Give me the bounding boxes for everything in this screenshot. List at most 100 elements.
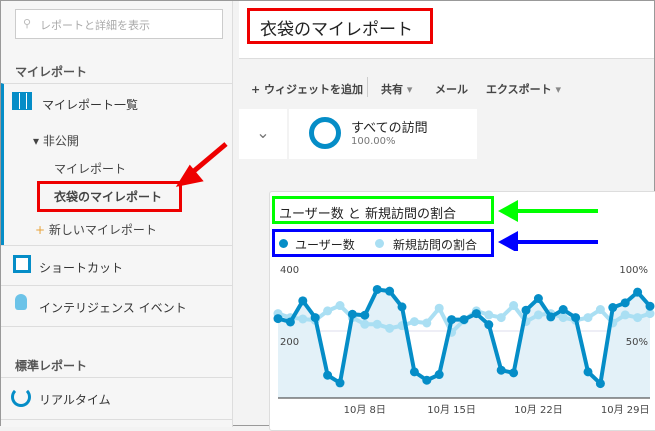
data-point [645, 301, 655, 311]
chevron-down-icon: ▾ [555, 83, 562, 96]
sidebar-item-realtime[interactable]: リアルタイム [1, 377, 233, 419]
data-point [496, 365, 506, 375]
data-point [558, 305, 568, 315]
widget-title: ユーザー数 と 新規訪問の割合 [272, 196, 494, 224]
data-point [583, 313, 593, 323]
data-point [397, 302, 407, 312]
data-point [571, 313, 581, 323]
new-report-label: 新しいマイレポート [48, 223, 157, 237]
data-point [620, 298, 630, 308]
data-point [484, 310, 494, 320]
private-label: 非公開 [42, 134, 79, 148]
share-button[interactable]: 共有 ▾ [381, 81, 412, 97]
sidebar: ⚲ レポートと詳細を表示 マイレポート マイレポート一覧 ▾ 非公開 マイレポート… [1, 1, 233, 427]
add-widget-button[interactable]: + ウィジェットを追加 [251, 81, 363, 97]
y-tick-left: 400 [280, 265, 299, 276]
chevron-down-icon[interactable]: ⌄ [239, 109, 287, 159]
segment-percent: 100.00% [351, 136, 396, 147]
selected-report-link[interactable]: 衣袋のマイレポート [37, 181, 182, 212]
data-point [273, 314, 283, 324]
data-point [546, 312, 556, 322]
data-point [633, 287, 643, 297]
data-point [385, 286, 395, 296]
data-point [360, 310, 370, 320]
realtime-label: リアルタイム [39, 393, 111, 407]
email-button[interactable]: メール [435, 81, 468, 97]
data-point [509, 301, 519, 311]
chevron-down-icon: ▾ [406, 83, 413, 96]
legend-new-visits[interactable]: 新規訪問の割合 [393, 236, 477, 253]
data-point [521, 305, 531, 315]
data-point [335, 378, 345, 388]
data-point [583, 367, 593, 377]
red-arrow-annotation [175, 142, 228, 187]
realtime-icon [11, 387, 31, 407]
divider [1, 419, 233, 420]
toolbar: + ウィジェットを追加 共有 ▾ メール エクスポート ▾ [239, 67, 654, 107]
new-report-link[interactable]: + 新しいマイレポート [35, 221, 157, 238]
x-tick-label: 10月 8日 [344, 404, 386, 416]
data-point [509, 368, 519, 378]
lightbulb-icon [15, 294, 27, 310]
intelligence-label: インテリジェンス イベント [39, 301, 187, 315]
page-title: 衣袋のマイレポート [247, 8, 433, 44]
chart-legend: ユーザー数 新規訪問の割合 [272, 229, 494, 257]
data-point [360, 319, 370, 329]
data-point [335, 301, 345, 311]
shortcut-label: ショートカット [39, 261, 124, 275]
data-point [484, 320, 494, 330]
legend-dot-new-visits [375, 239, 384, 248]
data-point [595, 379, 605, 389]
x-tick-label: 10月 29日 [601, 404, 650, 416]
data-point [298, 314, 308, 324]
data-point [409, 367, 419, 377]
data-point [409, 317, 419, 327]
segment-name: すべての訪問 [351, 121, 428, 136]
main: 衣袋のマイレポート + ウィジェットを追加 共有 ▾ メール エクスポート ▾ … [239, 1, 655, 431]
annotation-arrows [498, 200, 598, 251]
data-point [422, 318, 432, 328]
y-tick-left: 200 [280, 337, 299, 348]
users-area [278, 289, 650, 398]
sidebar-item-shortcut[interactable]: ショートカット [1, 245, 233, 285]
legend-dot-users [279, 239, 288, 248]
data-point [347, 309, 357, 319]
segment-bar: ⌄ すべての訪問 100.00% [239, 109, 654, 159]
search-input[interactable]: ⚲ レポートと詳細を表示 [15, 9, 223, 39]
data-point [496, 313, 506, 323]
data-point [298, 296, 308, 306]
section-my-reports: マイレポート [15, 65, 88, 79]
data-point [558, 313, 568, 323]
export-button[interactable]: エクスポート ▾ [486, 81, 561, 97]
data-point [533, 310, 543, 320]
my-reports-list-label: マイレポート一覧 [42, 98, 139, 112]
data-point [608, 303, 618, 313]
data-point [323, 370, 333, 380]
y-tick-right: 50% [626, 337, 648, 348]
data-point [459, 315, 469, 325]
divider [367, 77, 368, 97]
sidebar-item-intelligence[interactable]: インテリジェンス イベント [1, 285, 233, 326]
data-point [533, 294, 543, 304]
plus-icon: + [35, 223, 46, 237]
header: 衣袋のマイレポート [239, 1, 654, 59]
y-tick-right: 100% [619, 265, 648, 276]
my-report-link[interactable]: マイレポート [54, 160, 126, 177]
search-placeholder: レポートと詳細を表示 [40, 19, 150, 32]
x-tick-label: 10月 22日 [514, 404, 563, 416]
data-point [434, 303, 444, 313]
segment-all-visits[interactable]: すべての訪問 100.00% [289, 109, 477, 159]
data-point [372, 284, 382, 294]
data-point [285, 317, 295, 327]
line-chart: 400 200 100% 50% 10月 8日 10月 15日 10月 22日 10月 29日 [273, 265, 655, 416]
data-point [471, 309, 481, 319]
x-tick-label: 10月 15日 [427, 404, 476, 416]
private-folder[interactable]: ▾ 非公開 [33, 132, 79, 149]
legend-users[interactable]: ユーザー数 [295, 236, 355, 253]
data-point [620, 310, 630, 320]
grid-icon [12, 92, 32, 110]
shortcut-icon [13, 255, 31, 273]
export-label: エクスポート [486, 83, 552, 96]
data-point [385, 323, 395, 333]
data-point [372, 319, 382, 329]
